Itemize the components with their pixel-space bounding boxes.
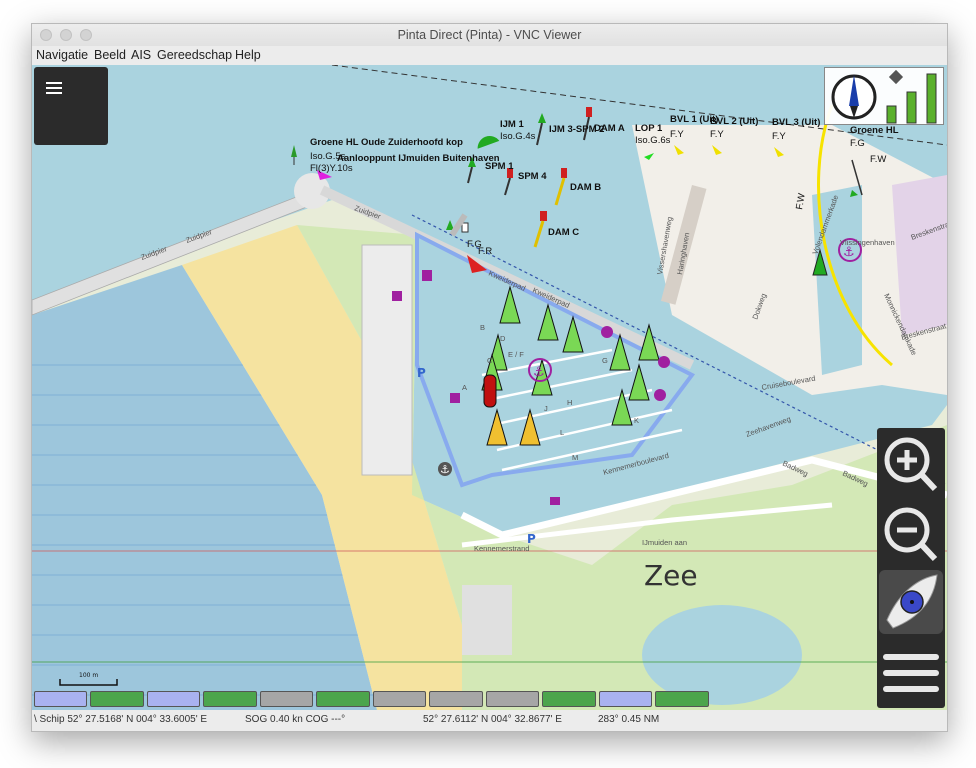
layers-menu-button[interactable] [877,644,945,704]
menu-beeld[interactable]: Beeld [94,48,126,62]
pontoon-label: C [487,356,493,365]
seamark-name: Aanlooppunt IJmuiden Buitenhaven [337,153,500,164]
seamark-name: LOP 1 [635,123,663,134]
lake [642,605,802,705]
seamark-light: F.G [850,138,865,149]
place-label-zee: Zee [644,559,698,592]
chart-map[interactable]: ⚓ ⚓ ⚓ P P Zuidpier Zuidpier Zuidpier Kwe… [32,65,947,710]
zoom-out-button[interactable] [877,502,945,566]
chart-layer-toggle[interactable] [260,691,313,707]
chart-layer-toggle[interactable] [316,691,370,707]
seamark-name: Groene HL Oude Zuiderhoofd kop [310,137,463,148]
parking-lot [462,585,512,655]
follow-boat-button[interactable] [879,570,943,634]
zoom-in-button[interactable] [877,432,945,496]
pontoon-label: D [500,334,506,343]
map-canvas[interactable]: ⚓ ⚓ ⚓ P P Zuidpier Zuidpier Zuidpier Kwe… [32,65,947,710]
seamark-light: Iso.G.6s [635,135,671,146]
seamark-light: F.W [870,154,886,165]
seamark-name: BVL 2 (Uit) [710,116,758,127]
hamburger-menu-icon [46,82,62,94]
compass-icon [831,74,877,120]
seamark-name: SPM 1 [485,161,514,172]
signal-strength-icon [886,69,937,124]
zoom-in-icon [884,437,938,492]
chart-layer-toggle[interactable] [90,691,144,707]
window-title: Pinta Direct (Pinta) - VNC Viewer [397,28,582,42]
seamark-name: Groene HL [850,125,899,136]
svg-text:⚓: ⚓ [843,245,855,260]
pontoon-label: B [480,323,485,332]
seamark-name: DAM A [594,123,625,134]
pontoon-label: E / F [508,350,524,359]
seamark-light: F.Y [710,129,724,140]
menu-bar: Navigatie Beeld AIS Gereedschap Help [32,46,947,65]
follow-boat-icon [886,574,938,629]
street-label: IJmuiden aan [642,538,687,547]
main-menu-button[interactable] [34,67,108,145]
seamark-name: BVL 3 (Uit) [772,117,820,128]
seamark-light: F.Y [670,129,684,140]
bearing-distance: 283° 0.45 NM [598,714,660,725]
chart-layer-toggle[interactable] [203,691,257,707]
app-window: Pinta Direct (Pinta) - VNC Viewer Naviga… [31,23,948,732]
map-control-panel [877,428,945,708]
menu-navigatie[interactable]: Navigatie [36,48,88,62]
seamark-name: DAM B [570,182,601,193]
ship-position: \ Schip 52° 27.5168' N 004° 33.6005' E [34,714,208,725]
status-bar: \ Schip 52° 27.5168' N 004° 33.6005' E S… [32,710,947,731]
marina-quay [361,244,413,476]
chart-layer-toggle[interactable] [655,691,709,707]
menu-help[interactable]: Help [235,48,261,62]
anchor-icon: ⚓ [438,462,452,476]
pontoon-label: A [462,383,467,392]
seamark-name: IJM 1 [500,119,524,130]
chart-layer-toggle[interactable] [599,691,652,707]
svg-text:P: P [417,366,426,380]
seamark-light: Fl(3)Y.10s [310,163,353,174]
cursor-position: 52° 27.6112' N 004° 32.8677' E [423,714,562,725]
pontoon-label: M [572,453,578,462]
layers-menu-icon [883,654,939,692]
street-label: Kennemerstrand [474,544,529,553]
pontoon-label: G [602,356,608,365]
scale-label: 100 m [79,672,98,679]
sog-cog: SOG 0.40 kn COG ---° [245,714,346,725]
street-label: Vlissingenhaven [840,238,895,247]
chart-layer-toggle[interactable] [147,691,200,707]
seamark-name: DAM C [548,227,579,238]
title-bar: Pinta Direct (Pinta) - VNC Viewer [32,24,947,47]
chart-layer-toggle[interactable] [542,691,596,707]
chart-layer-toggle[interactable] [429,691,483,707]
chart-layer-toggle[interactable] [34,691,87,707]
seamark-name: SPM 4 [518,171,547,182]
svg-text:⚓: ⚓ [533,365,545,380]
status-indicator-panel[interactable] [824,67,944,125]
zoom-out-icon [884,507,938,562]
pontoon-label: H [567,398,572,407]
seamark-light: Iso.G.4s [500,131,536,142]
svg-text:⚓: ⚓ [440,463,450,476]
pontoon-label: J [544,404,548,413]
seamark-light: F.R [478,246,492,257]
pontoon-label: L [560,428,564,437]
menu-gereedschap[interactable]: Gereedschap [157,48,232,62]
chart-layer-toggle[interactable] [373,691,426,707]
menu-ais[interactable]: AIS [131,48,151,62]
chart-layer-toggle[interactable] [486,691,539,707]
seamark-light: F.Y [772,131,786,142]
pontoon-label: K [634,416,639,425]
